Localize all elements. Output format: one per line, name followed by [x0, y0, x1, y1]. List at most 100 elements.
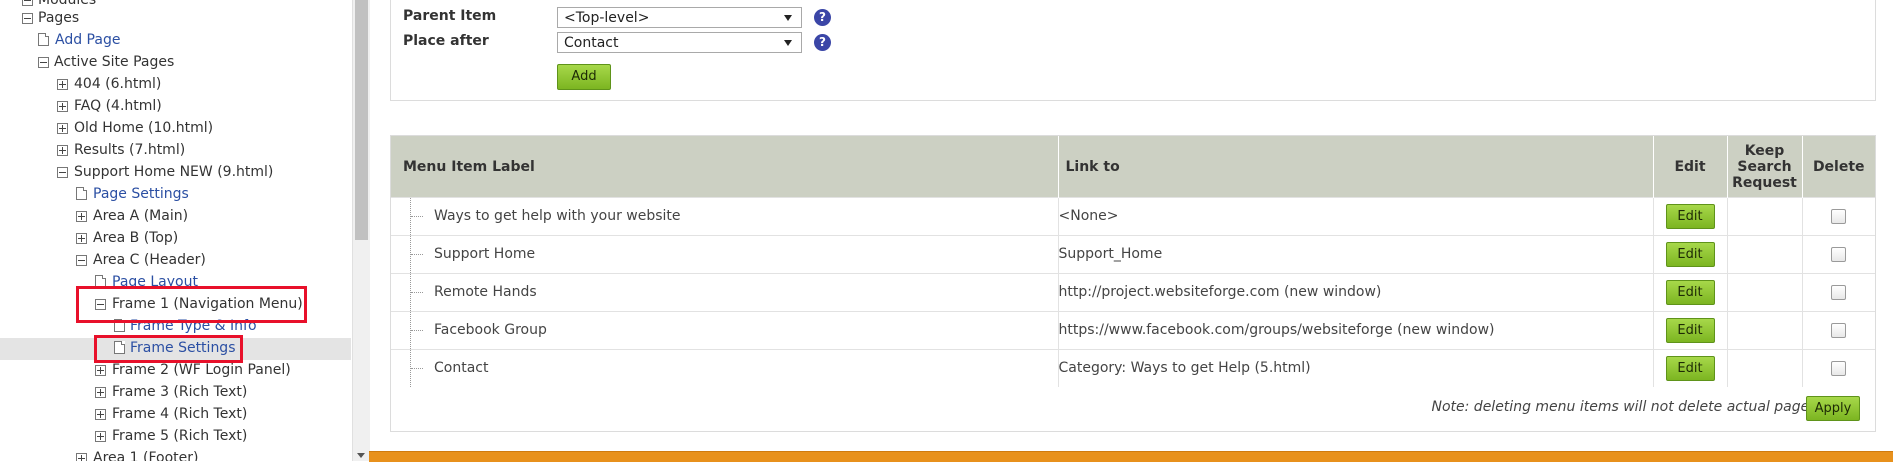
tree-connector — [410, 236, 425, 273]
tree-item-frame-4[interactable]: Frame 4 (Rich Text) — [95, 403, 247, 425]
table-row: Contact Category: Ways to get Help (5.ht… — [391, 349, 1875, 387]
edit-button[interactable]: Edit — [1665, 242, 1715, 267]
menu-item-label-cell: Contact — [391, 349, 1059, 387]
menu-item-label-cell: Support Home — [391, 235, 1059, 274]
scrollbar-thumb[interactable] — [355, 0, 368, 240]
menu-item-label-cell: Remote Hands — [391, 273, 1059, 312]
edit-cell: Edit — [1653, 235, 1728, 274]
column-header: Delete — [1802, 136, 1875, 198]
edit-button[interactable]: Edit — [1665, 356, 1715, 381]
chevron-down-icon — [784, 40, 792, 46]
tree-item-faq[interactable]: FAQ (4.html) — [57, 95, 162, 117]
footer-bar — [369, 451, 1893, 462]
help-icon[interactable]: ? — [814, 9, 831, 26]
keep-search-cell — [1727, 273, 1803, 312]
column-header: Menu Item Label — [391, 136, 1059, 198]
parent-item-select[interactable]: <Top-level> — [557, 7, 802, 28]
page-icon — [76, 187, 87, 200]
page-tree: Modules Pages Add Page Active Site Pages… — [0, 0, 352, 461]
keep-search-cell — [1727, 311, 1803, 350]
link-cell: Category: Ways to get Help (5.html) — [1058, 349, 1654, 387]
expand-icon[interactable] — [76, 453, 87, 461]
tree-connector — [410, 274, 425, 311]
tree-item-add-page[interactable]: Add Page — [38, 29, 120, 51]
link-cell: http://project.websiteforge.com (new win… — [1058, 273, 1654, 312]
table-header-row: Menu Item Label Link to Edit Keep Search… — [391, 136, 1875, 198]
tree-connector — [410, 312, 425, 349]
expand-icon[interactable] — [95, 365, 106, 376]
parent-item-label: Parent Item — [403, 8, 497, 24]
collapse-icon[interactable] — [76, 255, 87, 266]
expand-icon[interactable] — [76, 211, 87, 222]
keep-search-cell — [1727, 197, 1803, 236]
tree-connector — [410, 350, 425, 387]
table-row: Ways to get help with your website <None… — [391, 197, 1875, 236]
collapse-icon[interactable] — [22, 13, 33, 24]
delete-cell — [1802, 197, 1875, 236]
menu-items-panel: Menu Item Label Link to Edit Keep Search… — [390, 135, 1876, 432]
table-row: Facebook Group https://www.facebook.com/… — [391, 311, 1875, 350]
tree-item-frame-5[interactable]: Frame 5 (Rich Text) — [95, 425, 247, 447]
delete-checkbox[interactable] — [1831, 361, 1847, 376]
place-after-select[interactable]: Contact — [557, 32, 802, 53]
tree-item-old-home[interactable]: Old Home (10.html) — [57, 117, 213, 139]
menu-item-label-cell: Ways to get help with your website — [391, 197, 1059, 236]
collapse-icon[interactable] — [57, 167, 68, 178]
expand-icon[interactable] — [95, 387, 106, 398]
tree-item-page-settings[interactable]: Page Settings — [76, 183, 189, 205]
tree-item-results[interactable]: Results (7.html) — [57, 139, 185, 161]
edit-cell: Edit — [1653, 273, 1728, 312]
menu-items-table: Menu Item Label Link to Edit Keep Search… — [391, 136, 1875, 387]
help-icon[interactable]: ? — [814, 34, 831, 51]
delete-checkbox[interactable] — [1831, 285, 1847, 300]
column-header: Link to — [1058, 136, 1654, 198]
scroll-down-arrow-icon[interactable] — [357, 453, 365, 458]
tree-item-404[interactable]: 404 (6.html) — [57, 73, 161, 95]
expand-icon[interactable] — [57, 123, 68, 134]
tree-item-support-home-new[interactable]: Support Home NEW (9.html) — [57, 161, 273, 183]
edit-button[interactable]: Edit — [1665, 204, 1715, 229]
expand-icon[interactable] — [95, 431, 106, 442]
tree-connector — [410, 198, 425, 235]
tree-item-area-b[interactable]: Area B (Top) — [76, 227, 178, 249]
table-row: Support Home Support_Home Edit — [391, 235, 1875, 274]
link-cell: Support_Home — [1058, 235, 1654, 274]
apply-button[interactable]: Apply — [1806, 396, 1860, 421]
tree-item-active-site-pages[interactable]: Active Site Pages — [38, 51, 174, 73]
add-button[interactable]: Add — [557, 64, 611, 90]
page-icon — [38, 33, 49, 46]
delete-cell — [1802, 311, 1875, 350]
keep-search-cell — [1727, 235, 1803, 274]
collapse-icon[interactable] — [22, 0, 33, 6]
tree-item-pages[interactable]: Pages — [22, 7, 79, 29]
expand-icon[interactable] — [57, 79, 68, 90]
delete-cell — [1802, 273, 1875, 312]
tree-item-area-c[interactable]: Area C (Header) — [76, 249, 206, 271]
edit-cell: Edit — [1653, 197, 1728, 236]
delete-cell — [1802, 349, 1875, 387]
delete-checkbox[interactable] — [1831, 209, 1847, 224]
expand-icon[interactable] — [95, 409, 106, 420]
expand-icon[interactable] — [57, 101, 68, 112]
tree-item-area-a[interactable]: Area A (Main) — [76, 205, 188, 227]
tree-item-area-1[interactable]: Area 1 (Footer) — [76, 447, 199, 461]
edit-cell: Edit — [1653, 349, 1728, 387]
edit-cell: Edit — [1653, 311, 1728, 350]
edit-button[interactable]: Edit — [1665, 280, 1715, 305]
highlight-box-frame-settings — [94, 335, 243, 363]
delete-checkbox[interactable] — [1831, 323, 1847, 338]
column-header: Edit — [1653, 136, 1728, 198]
tree-scrollbar[interactable] — [352, 0, 370, 461]
delete-cell — [1802, 235, 1875, 274]
menu-item-label-cell: Facebook Group — [391, 311, 1059, 350]
chevron-down-icon — [784, 15, 792, 21]
expand-icon[interactable] — [76, 233, 87, 244]
tree-item-frame-3[interactable]: Frame 3 (Rich Text) — [95, 381, 247, 403]
collapse-icon[interactable] — [38, 57, 49, 68]
link-cell: <None> — [1058, 197, 1654, 236]
edit-button[interactable]: Edit — [1665, 318, 1715, 343]
delete-checkbox[interactable] — [1831, 247, 1847, 262]
table-row: Remote Hands http://project.websiteforge… — [391, 273, 1875, 312]
expand-icon[interactable] — [57, 145, 68, 156]
column-header: Keep Search Request — [1727, 136, 1803, 198]
